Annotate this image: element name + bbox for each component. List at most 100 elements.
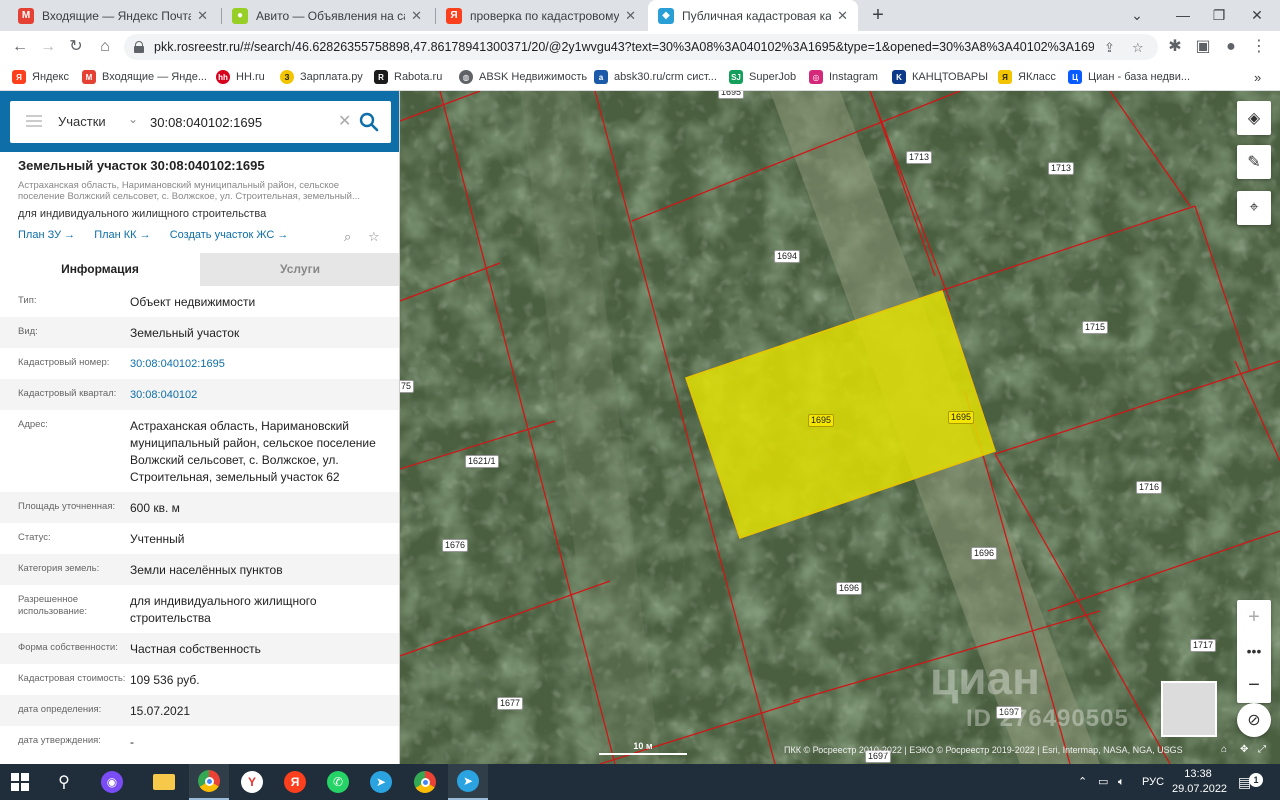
bookmark-item[interactable]: ◎ Instagram	[809, 67, 878, 87]
info-row-value-link[interactable]: 30:08:040102:1695	[130, 356, 399, 373]
parcel-label[interactable]: 1715	[1082, 321, 1109, 334]
ruler-icon[interactable]: ✎	[1237, 145, 1271, 179]
parcel-label[interactable]: 1696	[836, 582, 863, 595]
menu-dots-icon[interactable]: ⋮	[1247, 35, 1271, 59]
extensions-icon[interactable]: ✱	[1163, 35, 1187, 59]
back-arrow-icon[interactable]: ←	[8, 35, 32, 59]
new-tab-button[interactable]: +	[866, 4, 890, 28]
parcel-label[interactable]: 75	[400, 380, 415, 393]
info-row-key: Кадастровый квартал:	[18, 388, 117, 399]
locate-small-icon[interactable]: ✥	[1240, 744, 1248, 755]
url-text[interactable]: pkk.rosreestr.ru/#/search/46.62826355758…	[154, 40, 1094, 54]
browser-tab[interactable]: ● Авито — Объявления на сайте ✕	[222, 0, 432, 31]
close-tab-icon[interactable]: ✕	[625, 8, 636, 24]
home-icon[interactable]: ⌂	[1221, 744, 1227, 755]
windows-taskbar: ⚲ ◉ Y Я ✆ ➤ ➤ ⌃ ▭ 🔈︎ РУС 13:38 29.07.202…	[0, 764, 1280, 800]
zoom-more-icon[interactable]: •••	[1237, 634, 1271, 668]
volume-icon[interactable]: 🔈︎	[1118, 764, 1125, 800]
tab-search-icon[interactable]: ⌄	[1114, 0, 1160, 31]
parcel-label[interactable]: 1716	[1136, 481, 1163, 494]
zoom-to-object-icon[interactable]: ⌕	[344, 229, 351, 245]
tray-expand-icon[interactable]: ⌃	[1078, 764, 1087, 800]
bookmark-item[interactable]: Я Яндекс	[12, 67, 69, 87]
plan-kk-link[interactable]: План КК →	[94, 229, 150, 241]
map-view[interactable]: 1695 1695 1695 1694 1713 1713 1715 1716 …	[400, 91, 1280, 764]
bookmark-item[interactable]: З Зарплата.ру	[280, 67, 363, 87]
favorite-star-icon[interactable]: ☆	[368, 229, 380, 245]
profile-avatar-icon[interactable]: ●	[1219, 35, 1243, 59]
home-icon[interactable]: ⌂	[93, 35, 117, 59]
plan-zu-link[interactable]: План ЗУ →	[18, 229, 75, 241]
bookmark-item[interactable]: a absk30.ru/crm сист...	[594, 67, 717, 87]
parcel-label[interactable]: 1717	[1190, 639, 1217, 652]
side-panel-icon[interactable]: ▣	[1191, 35, 1215, 59]
layers-icon[interactable]: ◈	[1237, 101, 1271, 135]
yandex-browser-icon[interactable]: Y	[232, 764, 272, 800]
bookmark-item[interactable]: ◍ ABSK Недвижимость	[459, 67, 587, 87]
bookmark-star-icon[interactable]: ☆	[1132, 40, 1144, 56]
parcel-label[interactable]: 1696	[971, 547, 998, 560]
info-panel: Участки ⌄ ✕ Земельный участок 30:08:0401…	[0, 91, 400, 764]
search-input[interactable]	[150, 111, 335, 133]
zoom-in-button[interactable]: +	[1237, 600, 1271, 634]
whatsapp-icon[interactable]: ✆	[318, 764, 358, 800]
alice-icon[interactable]: ◉	[92, 764, 132, 800]
bookmark-item[interactable]: R Rabota.ru	[374, 67, 442, 87]
network-icon[interactable]: ▭	[1098, 764, 1108, 800]
bookmark-item[interactable]: SJ SuperJob	[729, 67, 796, 87]
compass-icon[interactable]: ⊘	[1237, 703, 1271, 737]
language-indicator[interactable]: РУС	[1142, 764, 1164, 800]
bookmark-item[interactable]: Ц Циан - база недви...	[1068, 67, 1190, 87]
parcel-label[interactable]: 1676	[442, 539, 469, 552]
bookmark-item[interactable]: Я ЯКласс	[998, 67, 1056, 87]
reload-icon[interactable]: ↻	[64, 35, 88, 59]
fullscreen-icon[interactable]: ⤢	[1258, 744, 1266, 755]
more-bookmarks-icon[interactable]: »	[1254, 67, 1261, 87]
file-explorer-icon[interactable]	[144, 764, 184, 800]
parcel-label[interactable]: 1677	[497, 697, 524, 710]
share-icon[interactable]: ⇪	[1104, 40, 1115, 56]
browser-tab[interactable]: M Входящие — Яндекс Почта ✕	[8, 0, 218, 31]
search-icon[interactable]: ⚲	[44, 764, 84, 800]
minimap[interactable]	[1161, 681, 1217, 737]
lock-icon[interactable]	[134, 41, 144, 53]
bookmark-item[interactable]: hh HH.ru	[216, 67, 265, 87]
bookmark-item[interactable]: K КАНЦТОВАРЫ	[892, 67, 988, 87]
zoom-out-button[interactable]: −	[1237, 668, 1271, 702]
parcel-label[interactable]: 1713	[906, 151, 933, 164]
clear-icon[interactable]: ✕	[338, 111, 351, 131]
close-window-button[interactable]: ✕	[1234, 0, 1280, 31]
tab-info[interactable]: Информация	[0, 253, 200, 286]
parcel-label-selected[interactable]: 1695	[948, 411, 975, 424]
telegram-open-icon[interactable]: ➤	[448, 764, 488, 800]
hamburger-menu-icon[interactable]	[26, 115, 42, 127]
bookmark-item[interactable]: M Входящие — Янде...	[82, 67, 207, 87]
close-tab-icon[interactable]: ✕	[411, 8, 422, 24]
search-type-select[interactable]: Участки	[58, 114, 106, 129]
forward-arrow-icon[interactable]: →	[36, 35, 60, 59]
create-parcel-link[interactable]: Создать участок ЖС →	[170, 229, 289, 241]
windows-start-icon[interactable]	[0, 764, 40, 800]
avito-icon: ●	[232, 7, 248, 24]
tab-services[interactable]: Услуги	[200, 253, 399, 286]
browser-tab-active[interactable]: ◆ Публичная кадастровая карта ✕	[648, 0, 858, 31]
chrome-icon[interactable]	[189, 764, 229, 800]
chevron-down-icon[interactable]: ⌄	[128, 112, 138, 126]
address-bar[interactable]: pkk.rosreestr.ru/#/search/46.62826355758…	[124, 34, 1158, 60]
telegram-icon[interactable]: ➤	[361, 764, 401, 800]
parcel-label-selected[interactable]: 1695	[808, 414, 835, 427]
chrome-alt-icon[interactable]	[405, 764, 445, 800]
parcel-label[interactable]: 1621/1	[465, 455, 499, 468]
locate-icon[interactable]: ⌖	[1237, 191, 1271, 225]
notification-count-badge: 1	[1249, 773, 1263, 787]
search-icon[interactable]	[358, 111, 380, 133]
parcel-label[interactable]: 1694	[774, 250, 801, 263]
close-tab-icon[interactable]: ✕	[837, 8, 848, 24]
browser-tab[interactable]: Я проверка по кадастровому ном ✕	[436, 0, 646, 31]
info-row-value-link[interactable]: 30:08:040102	[130, 387, 399, 404]
parcel-label[interactable]: 1713	[1048, 162, 1075, 175]
yandex-icon[interactable]: Я	[275, 764, 315, 800]
parcel-label[interactable]: 1695	[718, 91, 745, 99]
clock[interactable]: 13:38 29.07.2022	[1172, 767, 1227, 797]
close-tab-icon[interactable]: ✕	[197, 8, 208, 24]
